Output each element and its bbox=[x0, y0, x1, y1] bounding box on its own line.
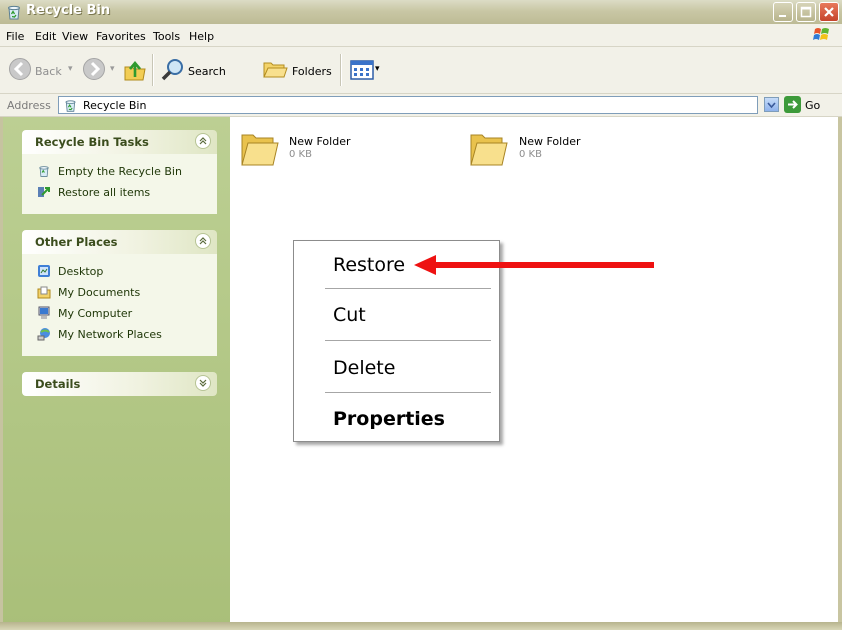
annotation-arrow-icon bbox=[414, 253, 656, 280]
minimize-button[interactable] bbox=[773, 2, 793, 22]
up-folder-icon bbox=[124, 60, 146, 81]
window-border bbox=[0, 117, 3, 622]
panel-recycle-bin-tasks-header[interactable]: Recycle Bin Tasks bbox=[22, 130, 217, 154]
toolbar-separator bbox=[152, 54, 154, 86]
folder-name[interactable]: New Folder bbox=[519, 135, 580, 148]
address-value[interactable]: Recycle Bin bbox=[83, 99, 146, 112]
my-network-places-link[interactable]: My Network Places bbox=[58, 328, 162, 341]
search-icon bbox=[161, 59, 183, 81]
my-computer-link[interactable]: My Computer bbox=[58, 307, 132, 320]
context-menu-restore[interactable]: Restore bbox=[333, 254, 405, 276]
menu-separator bbox=[325, 288, 491, 289]
window-border bbox=[0, 622, 842, 630]
back-dropdown-icon[interactable]: ▾ bbox=[68, 64, 73, 74]
restore-all-icon bbox=[37, 185, 51, 202]
go-button[interactable]: Go bbox=[805, 99, 820, 112]
folder-size: 0 KB bbox=[289, 149, 312, 160]
menu-help[interactable]: Help bbox=[189, 30, 214, 43]
context-menu-delete[interactable]: Delete bbox=[333, 357, 395, 379]
window-title: Recycle Bin bbox=[26, 3, 111, 18]
context-menu-cut[interactable]: Cut bbox=[333, 304, 366, 326]
views-dropdown-icon[interactable]: ▾ bbox=[375, 64, 380, 74]
my-network-places-icon bbox=[37, 327, 51, 344]
close-button[interactable] bbox=[819, 2, 839, 22]
menu-separator bbox=[325, 340, 491, 341]
folders-label[interactable]: Folders bbox=[292, 65, 332, 78]
search-button[interactable] bbox=[160, 57, 186, 86]
up-folder-button[interactable] bbox=[122, 57, 148, 86]
back-label[interactable]: Back bbox=[35, 65, 62, 78]
panel-title: Details bbox=[35, 377, 81, 391]
my-computer-icon bbox=[37, 306, 51, 323]
desktop-link[interactable]: Desktop bbox=[58, 265, 103, 278]
address-label: Address bbox=[7, 99, 51, 112]
address-recycle-bin-icon bbox=[63, 98, 78, 116]
title-bar[interactable] bbox=[0, 0, 842, 24]
menu-favorites[interactable]: Favorites bbox=[96, 30, 146, 43]
menu-file[interactable]: File bbox=[6, 30, 24, 43]
address-dropdown-button[interactable] bbox=[764, 97, 779, 112]
forward-button[interactable] bbox=[82, 57, 106, 84]
collapse-chevron-icon[interactable] bbox=[195, 133, 211, 149]
folder-icon[interactable] bbox=[240, 127, 280, 172]
recycle-bin-icon bbox=[5, 3, 23, 24]
forward-arrow-icon bbox=[83, 58, 105, 80]
search-label[interactable]: Search bbox=[188, 65, 226, 78]
maximize-button[interactable] bbox=[796, 2, 816, 22]
toolbar-separator bbox=[340, 54, 342, 86]
go-arrow-icon[interactable] bbox=[784, 96, 801, 113]
restore-all-items-link[interactable]: Restore all items bbox=[58, 186, 150, 199]
back-arrow-icon bbox=[9, 58, 31, 80]
window-border bbox=[838, 117, 842, 622]
views-button[interactable] bbox=[350, 60, 374, 83]
folders-icon bbox=[263, 62, 288, 78]
empty-recycle-bin-link[interactable]: Empty the Recycle Bin bbox=[58, 165, 182, 178]
menu-view[interactable]: View bbox=[62, 30, 88, 43]
back-button[interactable] bbox=[8, 57, 32, 84]
folder-name[interactable]: New Folder bbox=[289, 135, 350, 148]
views-icon bbox=[350, 60, 374, 80]
panel-other-places-header[interactable]: Other Places bbox=[22, 230, 217, 254]
address-field[interactable] bbox=[58, 96, 758, 114]
expand-chevron-icon[interactable] bbox=[195, 375, 211, 391]
empty-recycle-bin-icon bbox=[37, 164, 51, 181]
context-menu-properties[interactable]: Properties bbox=[333, 408, 445, 430]
my-documents-icon bbox=[37, 285, 51, 302]
menu-edit[interactable]: Edit bbox=[35, 30, 56, 43]
folder-icon[interactable] bbox=[469, 127, 509, 172]
panel-title: Recycle Bin Tasks bbox=[35, 135, 149, 149]
folder-size: 0 KB bbox=[519, 149, 542, 160]
folders-button[interactable] bbox=[262, 57, 288, 84]
panel-details-header[interactable]: Details bbox=[22, 372, 217, 396]
panel-recycle-bin-tasks-body bbox=[22, 154, 217, 214]
collapse-chevron-icon[interactable] bbox=[195, 233, 211, 249]
menu-separator bbox=[325, 392, 491, 393]
forward-dropdown-icon[interactable]: ▾ bbox=[110, 64, 115, 74]
windows-logo-icon bbox=[813, 26, 831, 43]
my-documents-link[interactable]: My Documents bbox=[58, 286, 140, 299]
desktop-icon bbox=[37, 264, 51, 281]
menu-tools[interactable]: Tools bbox=[153, 30, 180, 43]
panel-title: Other Places bbox=[35, 235, 118, 249]
